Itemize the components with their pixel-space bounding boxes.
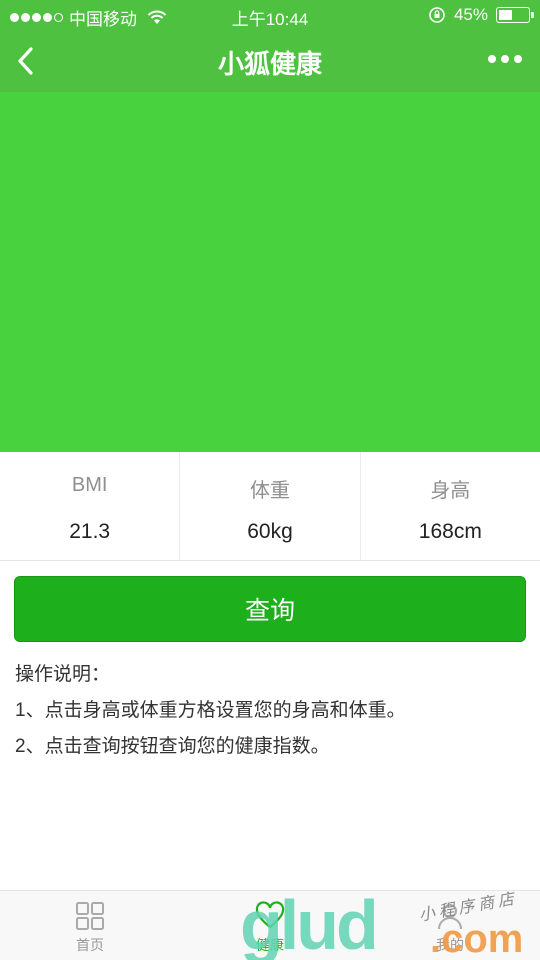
tab-profile-label: 我的 bbox=[436, 937, 464, 953]
bmi-cell: BMI 21.3 bbox=[0, 452, 181, 560]
weight-value: 60kg bbox=[247, 520, 293, 543]
height-cell[interactable]: 身高 168cm bbox=[361, 452, 540, 560]
tab-health-label: 健康 bbox=[256, 937, 284, 953]
tab-home-label: 首页 bbox=[76, 937, 104, 953]
tab-health[interactable]: 健康 bbox=[180, 891, 360, 960]
status-right: 45% bbox=[428, 5, 534, 25]
battery-icon bbox=[496, 7, 534, 23]
tab-bar: 首页 健康 我的 bbox=[0, 890, 540, 960]
instruction-step-1: 1、点击身高或体重方格设置您的身高和体重。 bbox=[15, 700, 406, 721]
tab-profile[interactable]: 我的 bbox=[360, 891, 540, 960]
battery-percent: 45% bbox=[453, 5, 488, 24]
more-menu-icon[interactable] bbox=[488, 55, 522, 63]
health-display-panel bbox=[0, 92, 540, 452]
instructions-heading: 操作说明： bbox=[15, 664, 111, 685]
height-value: 168cm bbox=[418, 520, 482, 543]
rotation-lock-icon bbox=[429, 7, 445, 23]
bmi-value: 21.3 bbox=[69, 520, 111, 543]
instructions: 操作说明： 1、点击身高或体重方格设置您的身高和体重。 2、点击查询按钮查询您的… bbox=[15, 660, 406, 768]
heart-icon bbox=[255, 901, 285, 929]
weight-cell[interactable]: 体重 60kg bbox=[180, 452, 361, 560]
weight-label: 体重 bbox=[249, 480, 290, 502]
tab-home[interactable]: 首页 bbox=[0, 891, 180, 960]
battery-fill bbox=[499, 10, 512, 20]
status-bar: 中国移动 上午10:44 45% bbox=[0, 0, 540, 30]
metrics-row: BMI 21.3 体重 60kg 身高 168cm bbox=[0, 452, 540, 561]
bmi-label: BMI bbox=[71, 474, 108, 496]
user-icon bbox=[438, 904, 462, 930]
navigation-bar: 小狐健康 bbox=[0, 30, 540, 92]
query-button[interactable]: 查询 bbox=[14, 576, 526, 642]
grid-icon bbox=[76, 902, 104, 930]
page-title: 小狐健康 bbox=[217, 49, 322, 79]
height-label: 身高 bbox=[430, 480, 471, 502]
instruction-step-2: 2、点击查询按钮查询您的健康指数。 bbox=[15, 736, 330, 757]
